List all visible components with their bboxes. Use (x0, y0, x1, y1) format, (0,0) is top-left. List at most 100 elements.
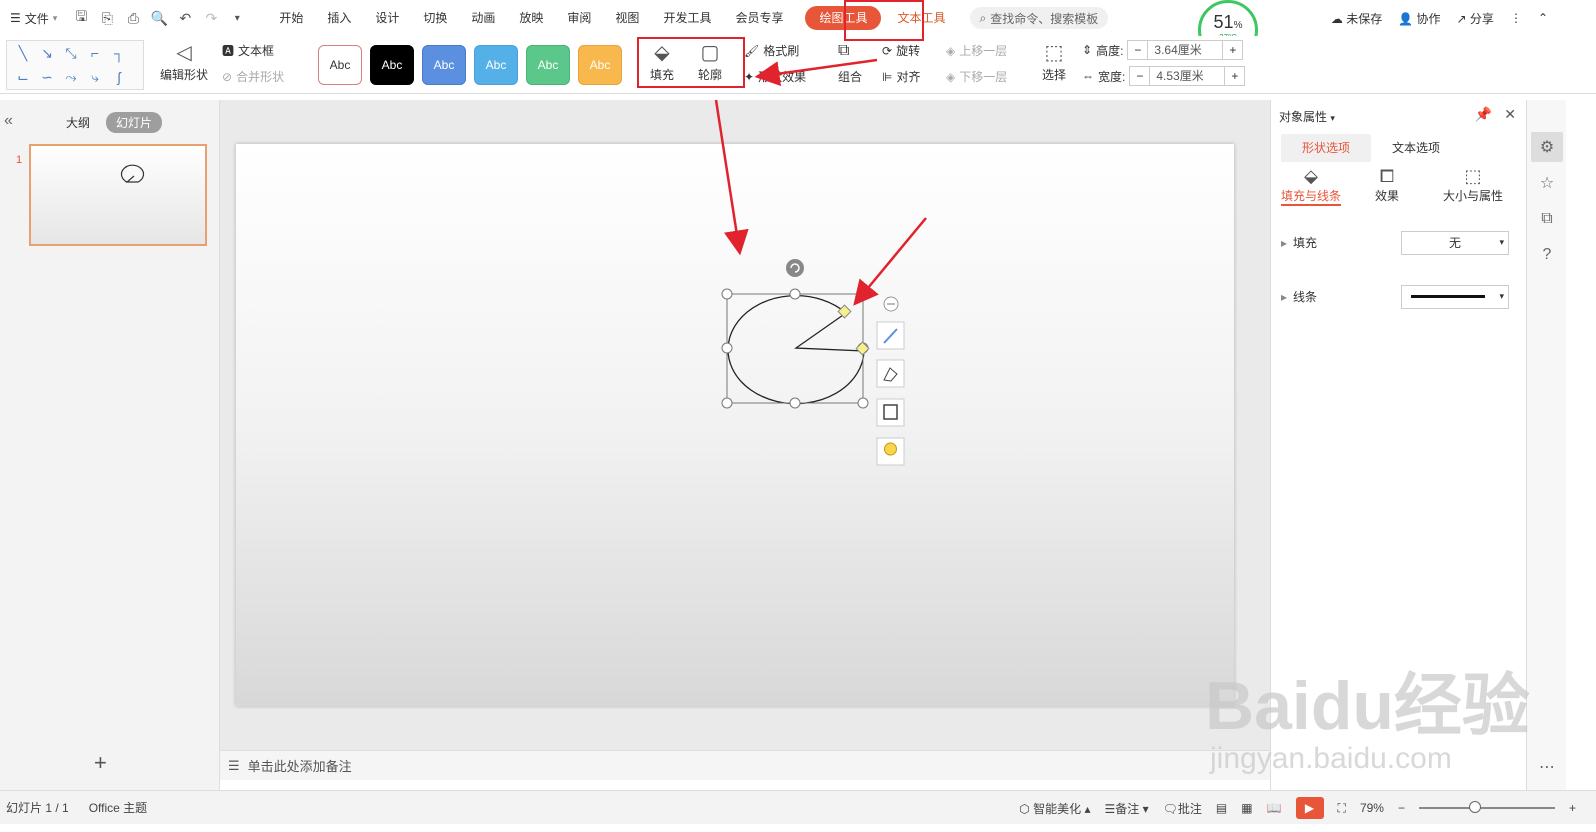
smart-beautify-button[interactable]: ⬡ 智能美化 ▴ (1019, 800, 1090, 817)
command-search[interactable]: ⌕ 查找命令、搜索模板 (969, 7, 1109, 29)
collapse-ribbon-icon[interactable]: ⌃ (1538, 11, 1548, 25)
collaborate-button[interactable]: 👤 协作 (1398, 10, 1440, 27)
elbow-double-arrow-icon[interactable]: ⌙ (11, 65, 35, 89)
output-pdf-icon[interactable]: ⎘ (97, 10, 117, 27)
rotate-button[interactable]: ⟳ 旋转 (882, 40, 942, 62)
subtab-effect[interactable]: ⧠ 效果 (1357, 166, 1417, 206)
comments-button[interactable]: 🗨批注 (1163, 800, 1202, 817)
panel-title[interactable]: 对象属性 ▾ (1279, 108, 1335, 125)
subtab-fill-line[interactable]: ⬙ 填充与线条 (1281, 166, 1341, 206)
zoom-out-icon[interactable]: − (1398, 801, 1405, 815)
shape-style-swatch[interactable]: Abc (474, 45, 518, 85)
tab-member[interactable]: 会员专享 (723, 0, 795, 36)
plus-icon[interactable]: + (1225, 69, 1244, 83)
shape-style-swatch[interactable]: Abc (370, 45, 414, 85)
outline-button[interactable]: ▢ 轮廓 (688, 40, 732, 90)
elbow-arrow-icon[interactable]: ┐ (107, 41, 131, 65)
merge-shapes-button[interactable]: ⊘ 合并形状 (222, 66, 302, 88)
transform-icon[interactable]: ⧉ (1531, 204, 1563, 234)
edit-shape-button[interactable]: ◁ 编辑形状 (156, 40, 212, 90)
tab-drawing-tools[interactable]: 绘图工具 (805, 6, 882, 30)
theme-name[interactable]: Office 主题 (69, 799, 147, 816)
curve-double-arrow-icon[interactable]: ⤷ (83, 65, 107, 89)
more-icon[interactable]: ⋯ (1531, 752, 1563, 782)
double-arrow-shape-icon[interactable]: ⤡ (59, 41, 83, 65)
share-button[interactable]: ↗ 分享 (1457, 10, 1494, 27)
minus-icon[interactable]: − (1128, 43, 1147, 57)
more-icon[interactable]: ⋮ (1510, 11, 1522, 25)
undo-icon[interactable]: ↶ (175, 10, 195, 27)
star-icon[interactable]: ☆ (1531, 168, 1563, 198)
tab-home[interactable]: 开始 (267, 0, 315, 36)
tab-view[interactable]: 视图 (603, 0, 651, 36)
zoom-slider[interactable] (1418, 801, 1555, 813)
fit-window-icon[interactable]: ⛶ (1338, 801, 1346, 816)
zoom-slider-handle[interactable] (1468, 801, 1481, 813)
reading-view-icon[interactable]: 📖 (1267, 801, 1282, 815)
print-preview-icon[interactable]: 🔍 (149, 10, 169, 27)
tab-review[interactable]: 审阅 (555, 0, 603, 36)
bring-forward-button[interactable]: ◈ 上移一层 (946, 40, 1032, 62)
subtab-size[interactable]: ⬚ 大小与属性 (1433, 166, 1513, 206)
line-row[interactable]: ▸ 线条 ▾ (1281, 284, 1511, 309)
fill-select[interactable]: 无 ▾ (1401, 230, 1509, 255)
tab-slides[interactable]: 幻灯片 (106, 112, 163, 133)
align-button[interactable]: ⊫ 对齐 (882, 66, 942, 88)
freeform-icon[interactable]: ʃ (107, 65, 131, 89)
minus-icon[interactable]: − (1130, 69, 1149, 83)
textbox-button[interactable]: 🅰 文本框 (222, 40, 302, 62)
help-icon[interactable]: ? (1531, 240, 1563, 270)
format-painter-button[interactable]: 🖌 格式刷 (744, 40, 824, 62)
shape-style-swatch[interactable]: Abc (526, 45, 570, 85)
curve-connector-icon[interactable]: ∽ (35, 65, 59, 89)
fill-row[interactable]: ▸ 填充 无 ▾ (1281, 230, 1511, 255)
zoom-in-icon[interactable]: + (1569, 801, 1576, 815)
pin-icon[interactable]: 📌 (1475, 106, 1492, 123)
print-icon[interactable]: ⎙ (123, 10, 143, 27)
notes-bar[interactable]: ☰ 单击此处添加备注 (220, 750, 1270, 780)
send-backward-button[interactable]: ◈ 下移一层 (946, 66, 1032, 88)
shape-style-swatch[interactable]: Abc (422, 45, 466, 85)
shape-effect-button[interactable]: ✦ 形状效果 (744, 66, 824, 88)
file-menu[interactable]: ☰ 文件 ▾ (0, 0, 65, 36)
line-select[interactable]: ▾ (1401, 284, 1509, 309)
tab-shape-options[interactable]: 形状选项 (1281, 134, 1371, 162)
line-shape-icon[interactable]: ╲ (11, 41, 35, 65)
shape-style-swatch[interactable]: Abc (318, 45, 362, 85)
slide[interactable] (236, 144, 1234, 706)
add-slide-button[interactable]: + (94, 750, 107, 776)
tab-transition[interactable]: 切换 (411, 0, 459, 36)
width-input[interactable]: −4.53厘米 + (1129, 66, 1246, 86)
tab-animation[interactable]: 动画 (459, 0, 507, 36)
tab-text-options[interactable]: 文本选项 (1371, 134, 1461, 162)
tab-design[interactable]: 设计 (363, 0, 411, 36)
properties-icon[interactable]: ⚙ (1531, 132, 1563, 162)
curve-arrow-icon[interactable]: ⤳ (59, 65, 83, 89)
tab-text-tools[interactable]: 文本工具 (885, 0, 957, 36)
normal-view-icon[interactable]: ▤ (1216, 801, 1227, 815)
notes-button[interactable]: ☰备注 ▾ (1105, 800, 1149, 817)
save-icon[interactable]: 🖫 (71, 6, 91, 30)
arrow-shape-icon[interactable]: ↘ (35, 41, 59, 65)
group-icon-slot[interactable]: ⧉ (838, 40, 874, 62)
unsaved-button[interactable]: ☁ 未保存 (1331, 10, 1382, 27)
customize-icon[interactable]: ▾ (227, 13, 247, 24)
slide-thumbnail[interactable] (29, 144, 207, 246)
height-input[interactable]: −3.64厘米 + (1127, 40, 1244, 60)
tab-slideshow[interactable]: 放映 (507, 0, 555, 36)
play-slideshow-button[interactable]: ▶ (1295, 797, 1324, 819)
shape-style-swatch[interactable]: Abc (578, 45, 622, 85)
shape-gallery[interactable]: ╲ ↘ ⤡ ⌐ ┐ ⌙ ∽ ⤳ ⤷ ʃ (6, 40, 144, 90)
zoom-level[interactable]: 79% (1360, 801, 1384, 815)
select-button[interactable]: ⬚ 选择 (1034, 40, 1074, 90)
fill-button[interactable]: ⬙ 填充 (640, 40, 684, 90)
tab-developer[interactable]: 开发工具 (651, 0, 723, 36)
plus-icon[interactable]: + (1223, 43, 1242, 57)
redo-icon[interactable]: ↷ (201, 10, 221, 27)
tab-insert[interactable]: 插入 (315, 0, 363, 36)
group-button[interactable]: 组合 (838, 66, 874, 88)
grid-view-icon[interactable]: ▦ (1241, 801, 1252, 815)
elbow-connector-icon[interactable]: ⌐ (83, 41, 107, 65)
close-icon[interactable]: ✕ (1504, 106, 1516, 123)
tab-outline[interactable]: 大纲 (56, 112, 100, 133)
